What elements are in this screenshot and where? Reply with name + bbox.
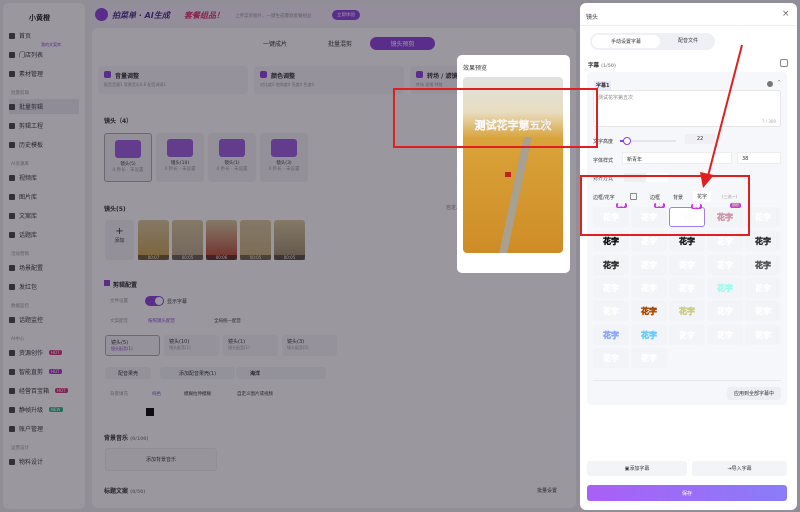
annotation-arrow-icon — [700, 44, 743, 188]
